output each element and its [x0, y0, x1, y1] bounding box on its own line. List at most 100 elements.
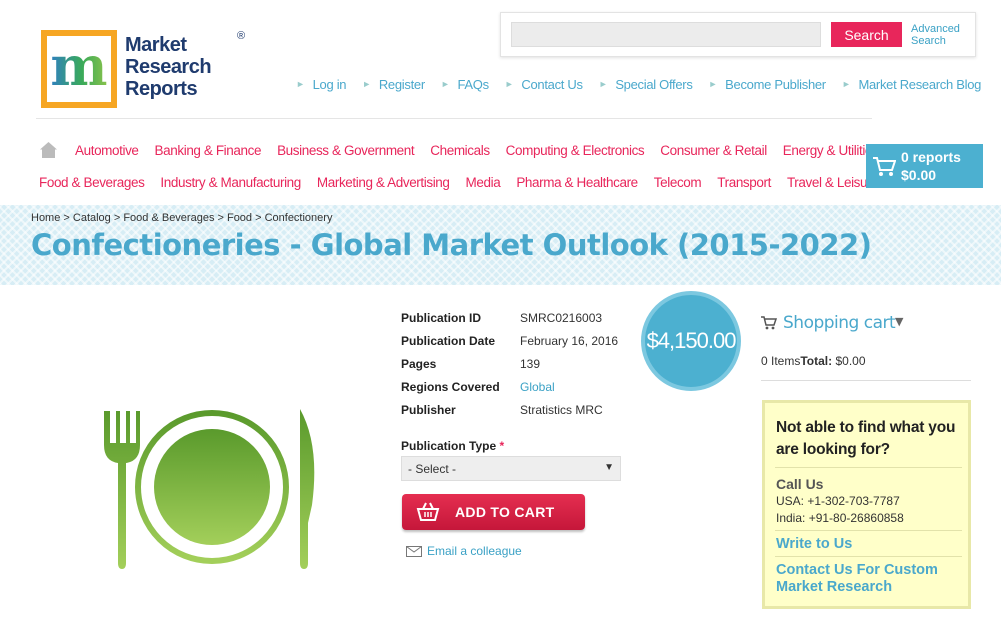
detail-value: February 16, 2016 [520, 334, 619, 348]
help-box: Not able to find what you are looking fo… [762, 400, 971, 609]
category-nav-row-2: Food & Beverages Industry & Manufacturin… [39, 175, 894, 193]
category-industry-manufacturing[interactable]: Industry & Manufacturing [160, 175, 301, 193]
arrow-icon: ► [708, 79, 718, 89]
price-badge: $4,150.00 [641, 291, 741, 391]
category-banking-finance[interactable]: Banking & Finance [155, 143, 262, 161]
region-link[interactable]: Global [520, 380, 555, 394]
category-nav-row-1: Automotive Banking & Finance Business & … [75, 143, 894, 161]
detail-value: 139 [520, 357, 541, 371]
logo-line-3: Reports [125, 78, 198, 100]
top-link-blog[interactable]: ► Market Research Blog [841, 75, 982, 93]
arrow-icon: ► [504, 79, 514, 89]
top-link-label: Become Publisher [725, 76, 826, 92]
detail-row: Regions Covered Global [401, 380, 631, 398]
home-icon[interactable] [39, 141, 58, 159]
sidebar-divider [761, 380, 971, 381]
category-travel-leisure[interactable]: Travel & Leisure [787, 175, 879, 193]
detail-value: Stratistics MRC [520, 403, 603, 417]
page-title: Confectioneries - Global Market Outlook … [31, 228, 872, 262]
top-link-login[interactable]: ► Log in [296, 75, 347, 93]
category-transport[interactable]: Transport [717, 175, 771, 193]
category-consumer-retail[interactable]: Consumer & Retail [660, 143, 767, 161]
cart-total-value: $0.00 [835, 354, 866, 368]
usa-phone[interactable]: USA: +1-302-703-7787 [776, 494, 900, 508]
page: m Market Research Reports ® Search Advan… [0, 0, 1001, 638]
category-media[interactable]: Media [466, 175, 501, 193]
top-links: ► Log in ► Register ► FAQs ► Contact Us ► Spe… [296, 75, 981, 93]
detail-key: Publisher [401, 403, 456, 417]
basket-icon [416, 502, 440, 521]
select-value: - Select - [408, 462, 457, 476]
shopping-cart-summary: 0 ItemsTotal: $0.00 [761, 354, 866, 368]
category-telecom[interactable]: Telecom [654, 175, 702, 193]
write-to-us-link[interactable]: Write to Us [776, 536, 852, 552]
site-logo[interactable]: m Market Research Reports ® [41, 28, 245, 110]
detail-key: Publication Date [401, 334, 496, 348]
shopping-cart-title: Shopping cart [783, 313, 896, 333]
cart-amount: $0.00 [901, 167, 937, 183]
category-business-government[interactable]: Business & Government [277, 143, 415, 161]
top-link-label: FAQs [457, 76, 489, 92]
top-link-register[interactable]: ► Register [362, 75, 425, 93]
email-colleague-label: Email a colleague [427, 544, 522, 558]
top-link-label: Register [378, 76, 425, 92]
top-link-label: Market Research Blog [858, 76, 982, 92]
help-divider [775, 556, 962, 557]
top-link-label: Contact Us [521, 76, 583, 92]
dropdown-caret-icon: ▼ [604, 462, 614, 473]
top-link-faqs[interactable]: ► FAQs [441, 75, 489, 93]
detail-value: SMRC0216003 [520, 311, 603, 325]
cart-report-count: 0 reports [901, 149, 961, 165]
publication-type-select[interactable]: - Select - ▼ [401, 456, 621, 481]
help-divider [775, 467, 962, 468]
custom-research-link[interactable]: Contact Us For Custom Market Research [776, 562, 966, 596]
help-question: Not able to find what you are looking fo… [776, 419, 956, 458]
category-pharma-healthcare[interactable]: Pharma & Healthcare [516, 175, 638, 193]
detail-key: Publication ID [401, 311, 482, 325]
publication-type-text: Publication Type [401, 439, 497, 453]
publication-type-label: Publication Type * [401, 439, 504, 453]
help-divider [775, 530, 962, 531]
search-box: Search Advanced Search [500, 12, 976, 57]
add-to-cart-label: ADD TO CART [455, 504, 555, 520]
logo-mark: m [41, 30, 117, 108]
logo-line-2: Research [125, 56, 212, 78]
arrow-icon: ► [296, 79, 305, 89]
category-automotive[interactable]: Automotive [75, 143, 139, 161]
header-cart-button[interactable]: 0 reports $0.00 [866, 144, 983, 188]
cart-icon [873, 157, 896, 176]
logo-registered-mark: ® [237, 30, 246, 42]
breadcrumb[interactable]: Home > Catalog > Food & Beverages > Food… [31, 212, 332, 224]
detail-row: Publisher Stratistics MRC [401, 403, 631, 421]
category-marketing-advertising[interactable]: Marketing & Advertising [317, 175, 450, 193]
detail-key: Pages [401, 357, 437, 371]
logo-letter: m [50, 34, 108, 98]
envelope-icon [406, 546, 422, 557]
header-divider [36, 118, 872, 119]
top-link-special-offers[interactable]: ► Special Offers [599, 75, 693, 93]
required-mark: * [499, 439, 505, 453]
add-to-cart-button[interactable]: ADD TO CART [402, 494, 585, 530]
category-chemicals[interactable]: Chemicals [430, 143, 490, 161]
category-food-beverages[interactable]: Food & Beverages [39, 175, 145, 193]
call-us-heading: Call Us [776, 476, 824, 492]
top-link-label: Special Offers [615, 76, 693, 92]
category-energy-utilities[interactable]: Energy & Utilities [783, 143, 879, 161]
detail-row: Publication ID SMRC0216003 [401, 311, 631, 329]
arrow-icon: ► [841, 79, 851, 89]
logo-wordmark: Market Research Reports [125, 34, 212, 100]
advanced-search-line-1: Advanced [911, 23, 960, 35]
detail-key: Regions Covered [401, 380, 500, 394]
search-input[interactable] [511, 22, 821, 47]
advanced-search-line-2: Search [911, 35, 946, 47]
fork-plate-knife-icon [104, 409, 315, 569]
top-link-become-publisher[interactable]: ► Become Publisher [708, 75, 827, 93]
cart-icon [761, 316, 777, 330]
search-button[interactable]: Search [831, 22, 902, 47]
arrow-icon: ► [362, 79, 371, 89]
top-link-contact[interactable]: ► Contact Us [505, 75, 583, 93]
advanced-search-link[interactable]: Advanced Search [911, 23, 971, 47]
chevron-down-icon: ▼ [895, 315, 904, 328]
category-computing-electronics[interactable]: Computing & Electronics [506, 143, 645, 161]
india-phone[interactable]: India: +91-80-26860858 [776, 511, 904, 525]
